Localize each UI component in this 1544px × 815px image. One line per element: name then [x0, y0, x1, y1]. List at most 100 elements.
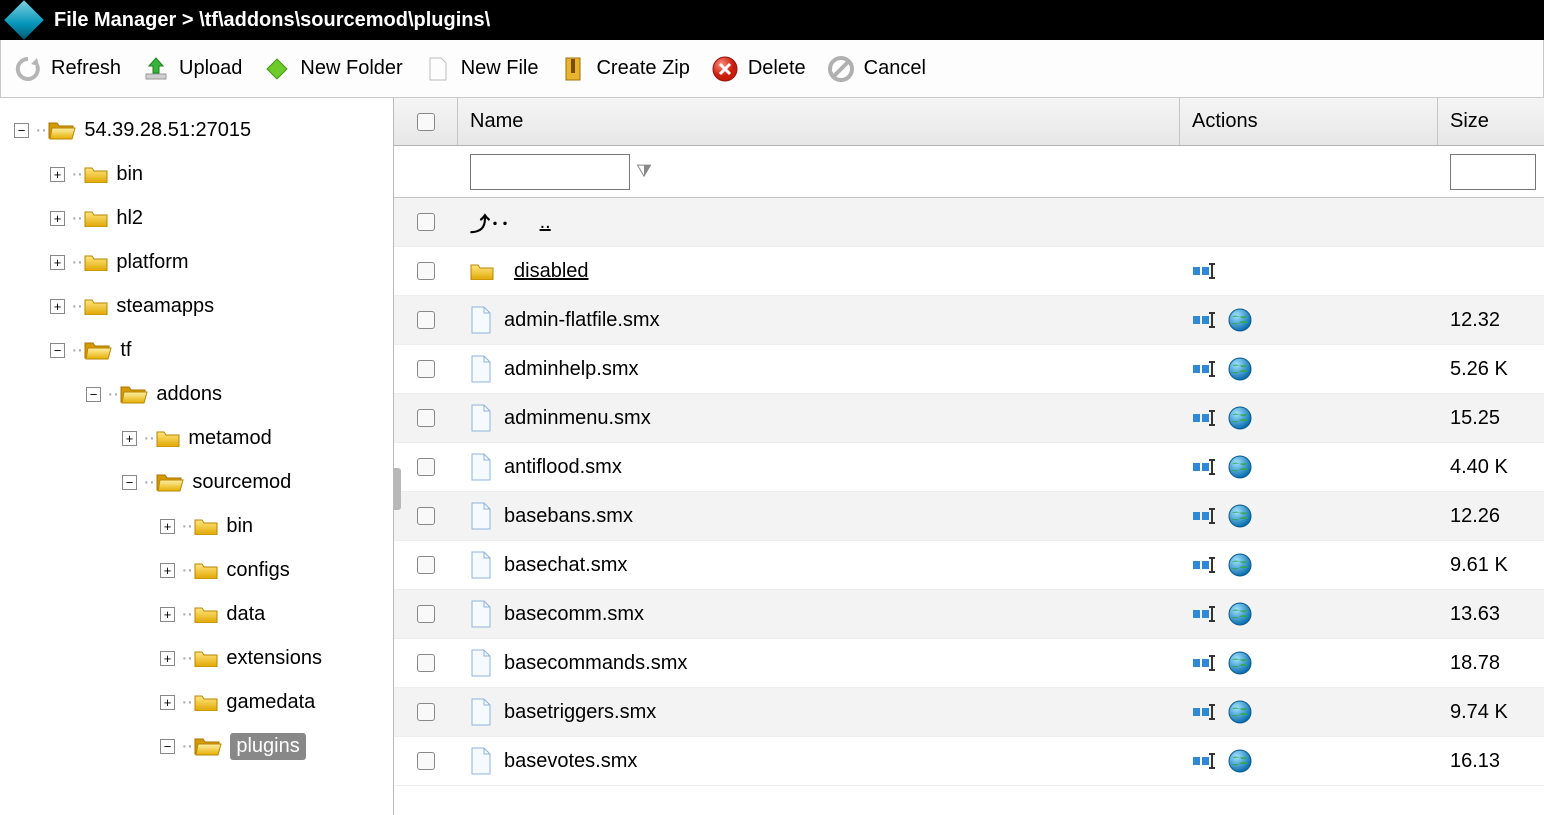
- rename-icon[interactable]: [1192, 262, 1220, 280]
- folder-icon: [194, 517, 218, 535]
- row-checkbox[interactable]: [417, 458, 435, 476]
- expand-icon[interactable]: +: [160, 651, 175, 666]
- rename-icon[interactable]: [1192, 752, 1220, 770]
- expand-icon[interactable]: +: [160, 519, 175, 534]
- globe-icon[interactable]: [1228, 455, 1252, 479]
- new-folder-button[interactable]: New Folder: [264, 56, 402, 82]
- row-checkbox[interactable]: [417, 654, 435, 672]
- delete-button[interactable]: Delete: [712, 56, 806, 82]
- file-row[interactable]: basecomm.smx 13.63: [394, 590, 1544, 639]
- tree-node-metamod[interactable]: +··metamod: [0, 416, 393, 460]
- up-directory-row[interactable]: ⤴‥ ..: [394, 198, 1544, 247]
- file-row[interactable]: basevotes.smx 16.13: [394, 737, 1544, 786]
- tree-node-addons[interactable]: −··addons: [0, 372, 393, 416]
- globe-icon[interactable]: [1228, 700, 1252, 724]
- rename-icon[interactable]: [1192, 654, 1220, 672]
- size-filter-input[interactable]: [1450, 154, 1536, 190]
- tree-node-tf[interactable]: −··tf: [0, 328, 393, 372]
- row-checkbox[interactable]: [417, 605, 435, 623]
- column-name[interactable]: Name: [458, 98, 1180, 145]
- file-row[interactable]: basecommands.smx 18.78: [394, 639, 1544, 688]
- tree-node-data[interactable]: +··data: [0, 592, 393, 636]
- folder-open-icon: [194, 736, 222, 756]
- tree-node-bin[interactable]: +··bin: [0, 152, 393, 196]
- tree-node-bin[interactable]: +··bin: [0, 504, 393, 548]
- file-icon: [470, 698, 492, 726]
- row-checkbox[interactable]: [417, 507, 435, 525]
- expand-icon[interactable]: +: [122, 431, 137, 446]
- collapse-icon[interactable]: −: [50, 343, 65, 358]
- file-name: adminmenu.smx: [504, 407, 651, 430]
- rename-icon[interactable]: [1192, 703, 1220, 721]
- rename-icon[interactable]: [1192, 556, 1220, 574]
- file-name: admin-flatfile.smx: [504, 309, 660, 332]
- globe-icon[interactable]: [1228, 504, 1252, 528]
- tree-node-hl2[interactable]: +··hl2: [0, 196, 393, 240]
- cancel-button[interactable]: Cancel: [828, 56, 926, 82]
- file-row[interactable]: basetriggers.smx 9.74 K: [394, 688, 1544, 737]
- refresh-button[interactable]: Refresh: [15, 56, 121, 82]
- expand-icon[interactable]: +: [50, 255, 65, 270]
- tree-node-platform[interactable]: +··platform: [0, 240, 393, 284]
- collapse-icon[interactable]: −: [14, 123, 29, 138]
- row-checkbox[interactable]: [417, 311, 435, 329]
- splitter-handle[interactable]: [394, 468, 401, 510]
- globe-icon[interactable]: [1228, 749, 1252, 773]
- file-row[interactable]: disabled: [394, 247, 1544, 296]
- expand-icon[interactable]: +: [50, 167, 65, 182]
- tree-node-gamedata[interactable]: +··gamedata: [0, 680, 393, 724]
- file-row[interactable]: antiflood.smx 4.40 K: [394, 443, 1544, 492]
- tree-node-sourcemod[interactable]: −··sourcemod: [0, 460, 393, 504]
- rename-icon[interactable]: [1192, 605, 1220, 623]
- rename-icon[interactable]: [1192, 311, 1220, 329]
- file-row[interactable]: basebans.smx 12.26: [394, 492, 1544, 541]
- globe-icon[interactable]: [1228, 553, 1252, 577]
- select-all-checkbox[interactable]: [417, 113, 435, 131]
- tree-node-steamapps[interactable]: +··steamapps: [0, 284, 393, 328]
- row-checkbox[interactable]: [417, 360, 435, 378]
- globe-icon[interactable]: [1228, 357, 1252, 381]
- expand-icon[interactable]: +: [160, 563, 175, 578]
- row-checkbox[interactable]: [417, 703, 435, 721]
- tree-root[interactable]: − ·· 54.39.28.51:27015: [0, 108, 393, 152]
- row-checkbox[interactable]: [417, 262, 435, 280]
- create-zip-button[interactable]: Create Zip: [560, 56, 689, 82]
- filter-icon[interactable]: ⧩: [636, 161, 652, 182]
- column-size[interactable]: Size: [1438, 98, 1544, 145]
- collapse-icon[interactable]: −: [86, 387, 101, 402]
- file-size: 16.13: [1438, 737, 1544, 785]
- expand-icon[interactable]: +: [50, 299, 65, 314]
- tree-node-extensions[interactable]: +··extensions: [0, 636, 393, 680]
- row-checkbox[interactable]: [417, 556, 435, 574]
- row-checkbox[interactable]: [417, 213, 435, 231]
- row-checkbox[interactable]: [417, 752, 435, 770]
- collapse-icon[interactable]: −: [122, 475, 137, 490]
- globe-icon[interactable]: [1228, 308, 1252, 332]
- globe-icon[interactable]: [1228, 602, 1252, 626]
- rename-icon[interactable]: [1192, 458, 1220, 476]
- column-actions[interactable]: Actions: [1180, 98, 1438, 145]
- rename-icon[interactable]: [1192, 360, 1220, 378]
- name-filter-input[interactable]: [470, 154, 630, 190]
- file-icon: [470, 502, 492, 530]
- file-row[interactable]: admin-flatfile.smx 12.32: [394, 296, 1544, 345]
- tree-node-configs[interactable]: +··configs: [0, 548, 393, 592]
- globe-icon[interactable]: [1228, 651, 1252, 675]
- rename-icon[interactable]: [1192, 409, 1220, 427]
- rename-icon[interactable]: [1192, 507, 1220, 525]
- file-row[interactable]: adminhelp.smx 5.26 K: [394, 345, 1544, 394]
- file-row[interactable]: adminmenu.smx 15.25: [394, 394, 1544, 443]
- tree-node-plugins[interactable]: −··plugins: [0, 724, 393, 768]
- new-file-button[interactable]: New File: [425, 56, 539, 82]
- row-checkbox[interactable]: [417, 409, 435, 427]
- file-row[interactable]: basechat.smx 9.61 K: [394, 541, 1544, 590]
- globe-icon[interactable]: [1228, 406, 1252, 430]
- upload-icon: [143, 56, 169, 82]
- expand-icon[interactable]: +: [50, 211, 65, 226]
- expand-icon[interactable]: +: [160, 607, 175, 622]
- upload-button[interactable]: Upload: [143, 56, 242, 82]
- expand-icon[interactable]: +: [160, 695, 175, 710]
- file-list-pane: Name Actions Size ⧩ ⤴‥ .. disabled admin…: [394, 98, 1544, 815]
- file-name: disabled: [514, 260, 589, 283]
- collapse-icon[interactable]: −: [160, 739, 175, 754]
